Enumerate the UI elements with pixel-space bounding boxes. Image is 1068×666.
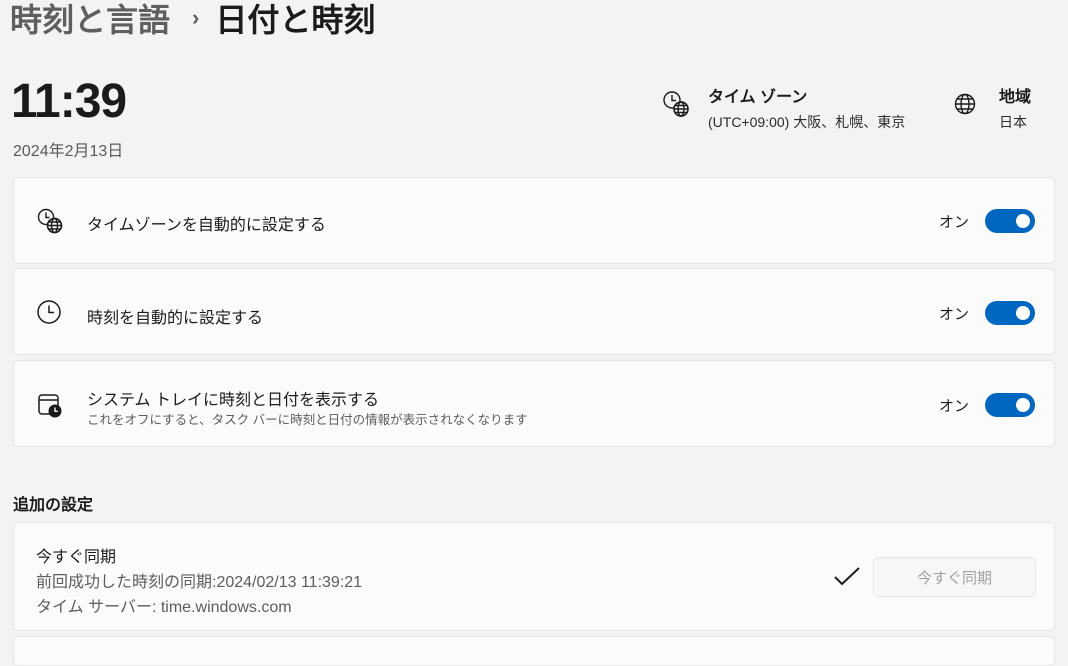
- region-value: 日本: [999, 114, 1027, 130]
- region-info: 地域 日本: [953, 88, 1031, 132]
- toggle-state-label: オン: [938, 397, 969, 415]
- current-date: 2024年2月13日: [13, 143, 124, 160]
- section-title-additional: 追加の設定: [13, 497, 94, 514]
- toggle-systray-datetime[interactable]: オン: [939, 393, 1035, 417]
- globe-icon: [954, 93, 976, 115]
- sync-title: 今すぐ同期: [36, 549, 117, 566]
- setting-sublabel: これをオフにすると、タスク バーに時刻と日付の情報が表示されなくなります: [87, 413, 528, 427]
- breadcrumb-parent[interactable]: 時刻と言語: [10, 0, 170, 41]
- timezone-value: (UTC+09:00) 大阪、札幌、東京: [708, 114, 906, 130]
- toggle-switch[interactable]: [985, 301, 1035, 325]
- page-title: 日付と時刻: [215, 2, 376, 38]
- toggle-auto-timezone[interactable]: オン: [939, 209, 1035, 233]
- sync-now-button[interactable]: 今すぐ同期: [873, 557, 1036, 597]
- toggle-state-label: オン: [938, 305, 969, 323]
- clock-icon: [37, 300, 61, 324]
- setting-label: タイムゾーンを自動的に設定する: [87, 217, 326, 234]
- last-sync-text: 前回成功した時刻の同期:2024/02/13 11:39:21: [36, 574, 363, 591]
- sync-card: 今すぐ同期 前回成功した時刻の同期:2024/02/13 11:39:21 タイ…: [13, 522, 1055, 631]
- toggle-auto-time[interactable]: オン: [939, 301, 1035, 325]
- globe-clock-icon: [37, 208, 63, 234]
- timezone-info: タイム ゾーン (UTC+09:00) 大阪、札幌、東京: [662, 88, 905, 132]
- region-title: 地域: [999, 89, 1032, 106]
- calendar-clock-icon: [38, 394, 62, 418]
- toggle-knob: [1016, 398, 1030, 412]
- current-time: 11:39: [11, 75, 127, 128]
- checkmark-icon: [834, 567, 860, 586]
- setting-auto-timezone[interactable]: タイムゾーンを自動的に設定する オン: [13, 177, 1055, 264]
- time-server-text: タイム サーバー: time.windows.com: [36, 599, 292, 616]
- timezone-title: タイム ゾーン: [708, 89, 808, 106]
- setting-systray-datetime[interactable]: システム トレイに時刻と日付を表示する これをオフにすると、タスク バーに時刻と…: [13, 360, 1055, 447]
- breadcrumb: 時刻と言語 › 日付と時刻: [10, 0, 375, 42]
- next-card: [13, 636, 1055, 666]
- toggle-knob: [1016, 306, 1030, 320]
- toggle-switch[interactable]: [985, 209, 1035, 233]
- globe-clock-icon: [663, 91, 689, 117]
- setting-label: 時刻を自動的に設定する: [87, 310, 264, 327]
- breadcrumb-chevron-icon: ›: [192, 5, 200, 30]
- setting-auto-time[interactable]: 時刻を自動的に設定する オン: [13, 268, 1055, 355]
- setting-label: システム トレイに時刻と日付を表示する: [87, 392, 379, 409]
- toggle-switch[interactable]: [985, 393, 1035, 417]
- toggle-state-label: オン: [938, 213, 969, 231]
- toggle-knob: [1016, 214, 1030, 228]
